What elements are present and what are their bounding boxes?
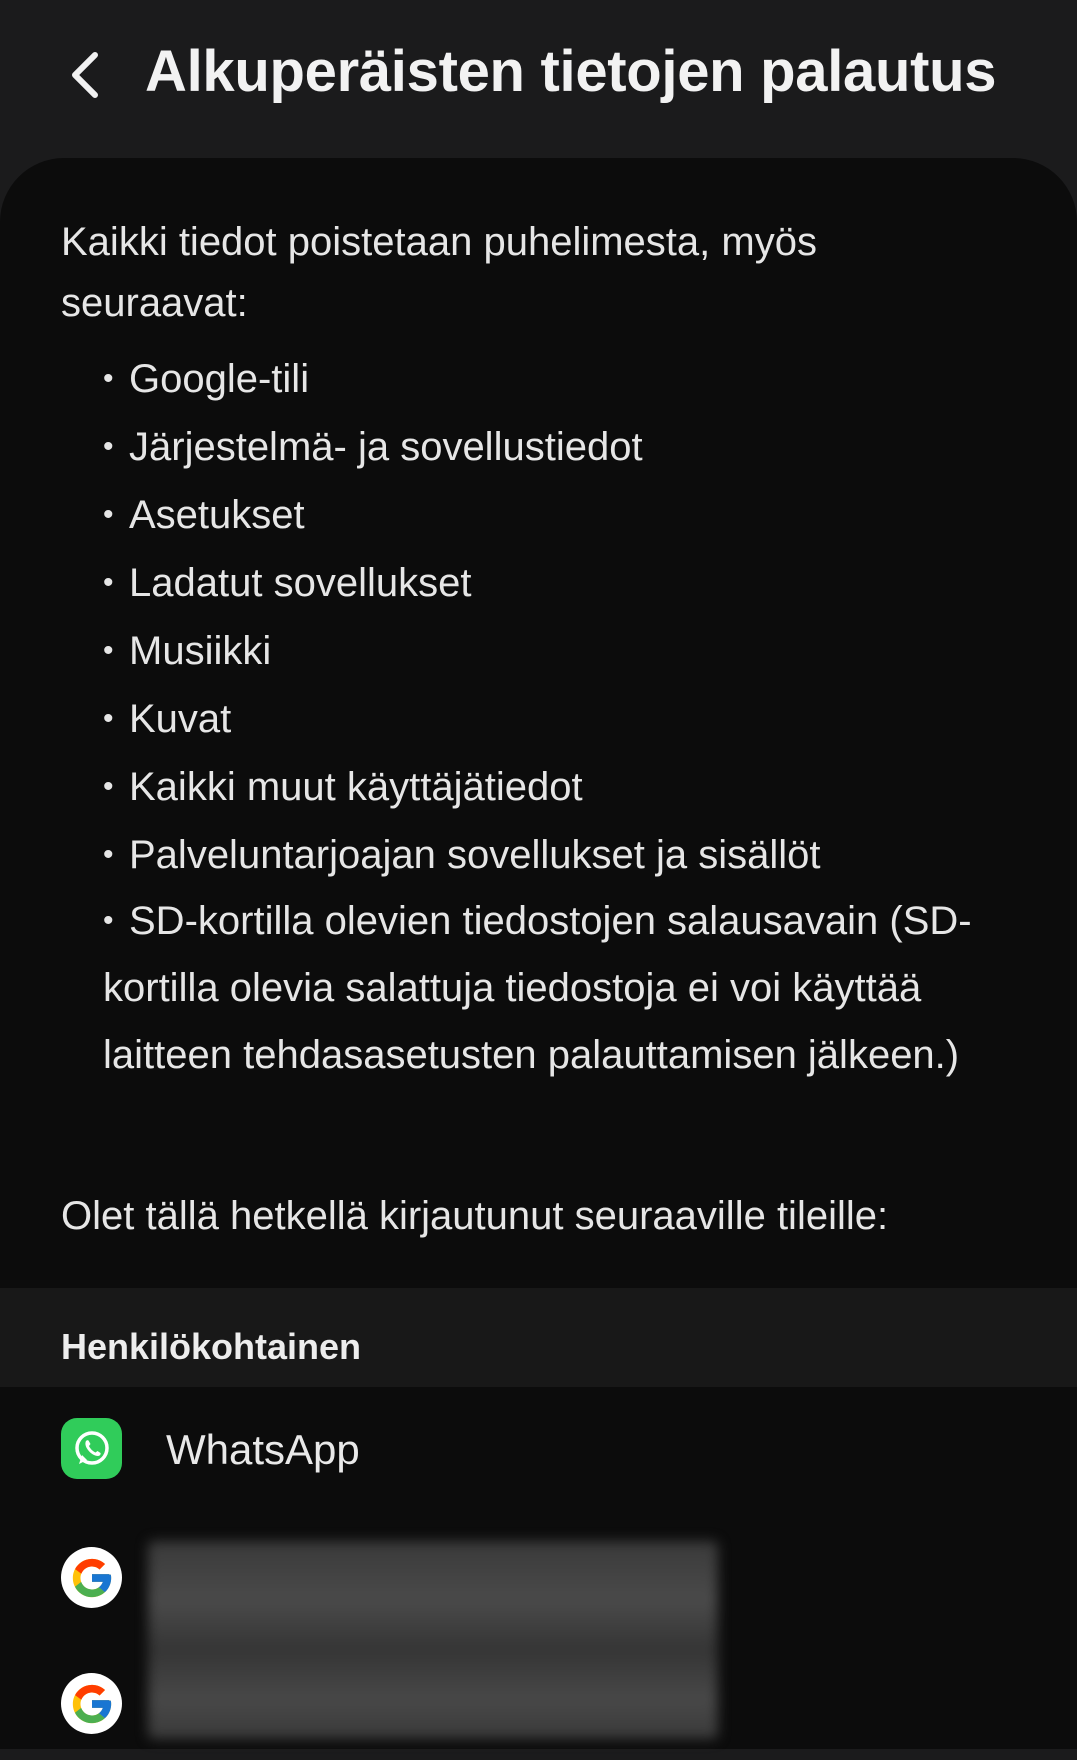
account-row-whatsapp[interactable]: WhatsApp <box>0 1392 1077 1512</box>
list-item: • Musiikki <box>103 629 272 673</box>
intro-text: Kaikki tiedot poistetaan puhelimesta, my… <box>61 220 817 325</box>
list-item: • SD-kortilla olevien tiedostojen salausa… <box>103 899 972 1077</box>
erased-data-list: • Google-tili • Järjestelmä- ja sovellusti… <box>103 345 1023 1089</box>
chevron-left-icon <box>72 52 98 98</box>
list-item: • Ladatut sovellukset <box>103 561 472 605</box>
signed-in-accounts-text: Olet tällä hetkellä kirjautunut seuraavi… <box>61 1194 889 1238</box>
google-icon <box>61 1673 122 1734</box>
page-title: Alkuperäisten tietojen palautus <box>145 39 997 104</box>
back-button[interactable] <box>56 40 112 110</box>
top-app-bar: Alkuperäisten tietojen palautus <box>0 0 1077 156</box>
account-name: WhatsApp <box>166 1426 360 1473</box>
section-label: Henkilökohtainen <box>61 1326 362 1367</box>
list-item: • Palveluntarjoajan sovellukset ja sisäll… <box>103 833 821 877</box>
list-item: • Kuvat <box>103 697 232 741</box>
google-icon <box>61 1547 122 1608</box>
list-item: • Kaikki muut käyttäjätiedot <box>103 765 583 809</box>
list-item: • Järjestelmä- ja sovellustiedot <box>103 425 643 469</box>
list-item: • Google-tili <box>103 357 310 401</box>
whatsapp-icon <box>61 1418 122 1479</box>
redacted-account-names <box>148 1541 718 1739</box>
list-item: • Asetukset <box>103 493 305 537</box>
